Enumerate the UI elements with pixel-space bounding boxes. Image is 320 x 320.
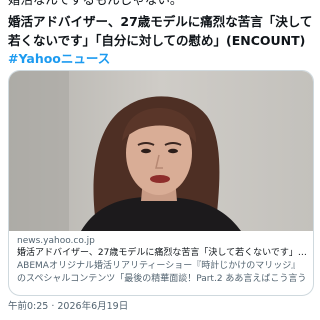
- card-description-line2: のスペシャルコンテンツ「最後の精華面談！Part.2 ああ言えばこう言う...: [17, 274, 307, 284]
- link-preview-card[interactable]: news.yahoo.co.jp 婚活アドバイザー、27歳モデルに痛烈な苦言「決…: [8, 70, 314, 296]
- card-title[interactable]: 婚活アドバイザー、27歳モデルに痛烈な苦言「決して若くないです」「...: [17, 247, 307, 260]
- hashtag-link[interactable]: #Yahooニュース: [8, 50, 110, 68]
- post-timestamp[interactable]: 午前0:25 · 2026年6月19日: [8, 300, 128, 314]
- post-text-partial: 婚活なんてするもんじゃない。: [8, 0, 314, 9]
- post-text: 婚活アドバイザー、27歳モデルに痛烈な苦言「決して若くないです」「自分に対しての…: [8, 14, 313, 48]
- card-meta: news.yahoo.co.jp 婚活アドバイザー、27歳モデルに痛烈な苦言「決…: [17, 235, 307, 286]
- card-domain: news.yahoo.co.jp: [17, 236, 95, 246]
- article-photo: [9, 71, 313, 231]
- card-description-line1: ABEMAオリジナル婚活リアリティーショー『時計じかけのマリッジ』: [17, 261, 301, 271]
